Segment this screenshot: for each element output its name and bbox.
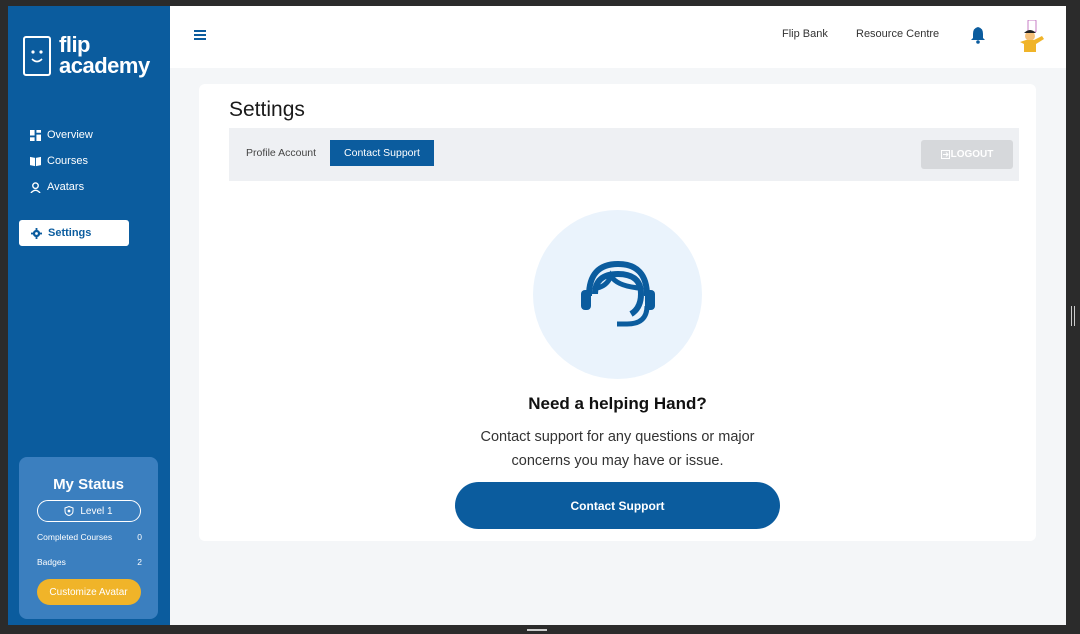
sidebar-item-settings[interactable]: Settings	[19, 220, 129, 246]
gear-icon	[31, 227, 42, 239]
sidebar-item-label: Overview	[47, 129, 93, 141]
completed-courses-value: 0	[137, 532, 142, 542]
sidebar-item-avatars[interactable]: Avatars	[30, 174, 93, 200]
customize-avatar-button[interactable]: Customize Avatar	[36, 579, 141, 605]
bottom-handle[interactable]	[527, 629, 547, 631]
bell-icon[interactable]	[970, 26, 986, 44]
user-icon	[30, 181, 41, 193]
status-title: My Status	[53, 476, 124, 493]
tab-profile-account[interactable]: Profile Account	[246, 147, 316, 159]
logout-icon	[940, 150, 950, 159]
sidebar-item-label: Settings	[48, 227, 92, 239]
book-icon	[30, 156, 41, 166]
tab-contact-support[interactable]: Contact Support	[330, 140, 434, 166]
logo-face-icon	[23, 36, 51, 76]
completed-courses-row: Completed Courses 0	[37, 532, 142, 542]
settings-tabs: Profile Account Contact Support LOGOUT	[229, 128, 1019, 181]
sidebar-item-courses[interactable]: Courses	[30, 148, 93, 174]
logout-label: LOGOUT	[950, 149, 994, 160]
menu-icon[interactable]	[194, 30, 206, 40]
resource-centre-link[interactable]: Resource Centre	[856, 28, 939, 40]
badges-label: Badges	[37, 557, 66, 567]
help-title: Need a helping Hand?	[528, 394, 707, 413]
settings-card: Settings Profile Account Contact Support…	[199, 84, 1036, 541]
headset-agent-icon	[581, 260, 655, 327]
brand-logo[interactable]: flip academy	[23, 34, 158, 84]
sidebar-item-label: Avatars	[47, 181, 85, 193]
brand-line1: flip	[59, 32, 90, 57]
brand-line2: academy	[59, 53, 150, 78]
sidebar-item-overview[interactable]: Overview	[30, 122, 93, 148]
sidebar-nav: Overview Courses Avatars	[30, 122, 93, 200]
badges-value: 2	[137, 557, 142, 567]
dashboard-icon	[30, 129, 41, 141]
sidebar-item-label: Courses	[47, 155, 88, 167]
badges-row: Badges 2	[37, 557, 142, 567]
completed-courses-label: Completed Courses	[37, 532, 113, 542]
status-card: My Status Level 1 Completed Courses 0 Ba…	[19, 457, 158, 619]
help-description: Contact support for any questions or maj…	[480, 429, 755, 469]
window-resize-handle[interactable]	[1071, 306, 1075, 326]
logout-button[interactable]: LOGOUT	[921, 140, 1013, 169]
app-window: flip academy Overview Courses Avatars Se…	[8, 6, 1066, 625]
level-badge: Level 1	[36, 500, 141, 522]
contact-support-button[interactable]: Contact Support	[455, 482, 780, 529]
support-illustration	[533, 210, 702, 379]
level-label: Level 1	[80, 505, 113, 517]
avatar[interactable]	[1016, 20, 1046, 52]
top-bar: Flip Bank Resource Centre	[170, 6, 1066, 68]
brand-name: flip academy	[59, 32, 150, 78]
shield-icon	[64, 506, 74, 516]
page-title: Settings	[229, 98, 305, 121]
sidebar: flip academy Overview Courses Avatars Se…	[8, 6, 170, 625]
flip-bank-link[interactable]: Flip Bank	[782, 28, 828, 40]
